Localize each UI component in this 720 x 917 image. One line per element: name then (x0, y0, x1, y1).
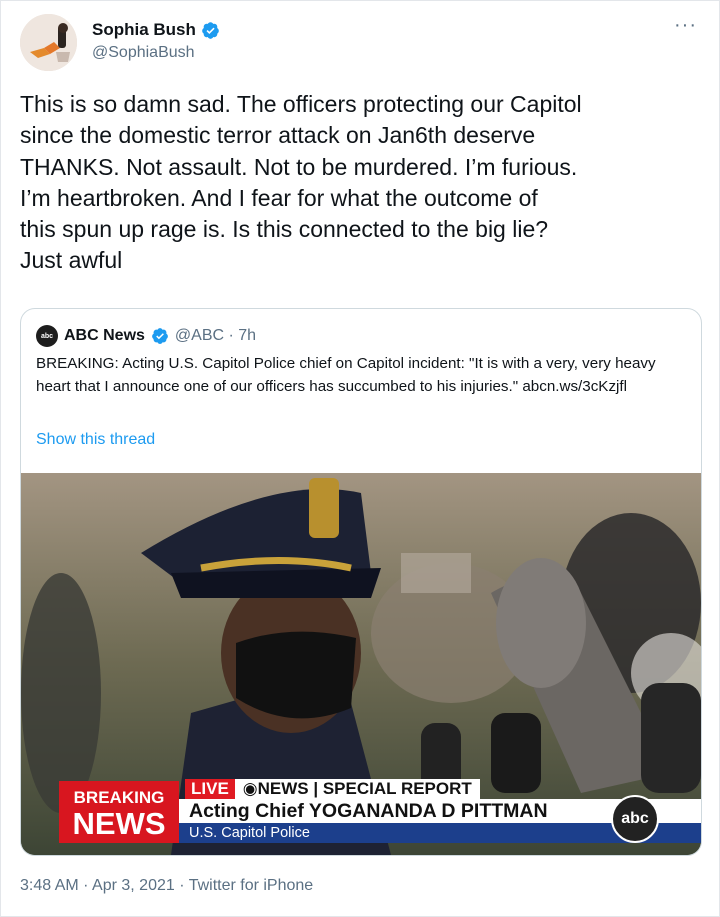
breaking-label: BREAKING (73, 788, 165, 807)
avatar[interactable] (20, 14, 77, 71)
show-thread-link[interactable]: Show this thread (36, 431, 155, 449)
breaking-news-badge: BREAKING NEWS (59, 781, 179, 843)
verified-badge-icon (202, 21, 219, 39)
separator-bar: | (308, 779, 323, 798)
verified-badge-icon (152, 328, 168, 344)
special-report-label: SPECIAL REPORT (322, 779, 472, 798)
author-display-name[interactable]: Sophia Bush (92, 20, 196, 40)
tweet-text: This is so damn sad. The officers protec… (20, 91, 582, 274)
quoted-header: abc ABC News @ABC · 7h (36, 325, 256, 347)
more-icon[interactable]: ··· (674, 14, 697, 37)
live-banner: LIVE ◉NEWS | SPECIAL REPORT (185, 779, 480, 799)
author-handle[interactable]: @SophiaBush (92, 44, 220, 62)
quoted-text: BREAKING: Acting U.S. Capitol Police chi… (36, 355, 656, 395)
abc-bug-icon: abc (611, 795, 659, 843)
network-label: NEWS (257, 779, 309, 798)
network-special-report: ◉NEWS | SPECIAL REPORT (234, 779, 480, 799)
author-info: Sophia Bush @SophiaBush (92, 20, 220, 62)
news-label: NEWS (72, 806, 166, 841)
tweet-header: Sophia Bush @SophiaBush ··· (20, 14, 701, 74)
tweet-card: Sophia Bush @SophiaBush ··· This is so d… (0, 0, 720, 917)
abc-news-logo-icon: abc (36, 325, 58, 347)
subline-text: U.S. Capitol Police (189, 825, 310, 841)
abc-bug-text: abc (621, 810, 649, 827)
abc-network-icon: ◉ (242, 779, 258, 798)
headline-text: Acting Chief YOGANANDA D PITTMAN (189, 800, 548, 822)
quoted-media-image[interactable]: BREAKING NEWS LIVE ◉NEWS | SPECIAL REPOR… (21, 473, 701, 855)
quoted-handle-time[interactable]: @ABC · 7h (175, 327, 256, 345)
quoted-display-name[interactable]: ABC News (64, 327, 145, 345)
quoted-tweet[interactable]: abc ABC News @ABC · 7h BREAKING: Acting … (20, 308, 702, 856)
live-label: LIVE (185, 779, 235, 799)
tweet-meta[interactable]: 3:48 AM · Apr 3, 2021 · Twitter for iPho… (20, 877, 313, 895)
